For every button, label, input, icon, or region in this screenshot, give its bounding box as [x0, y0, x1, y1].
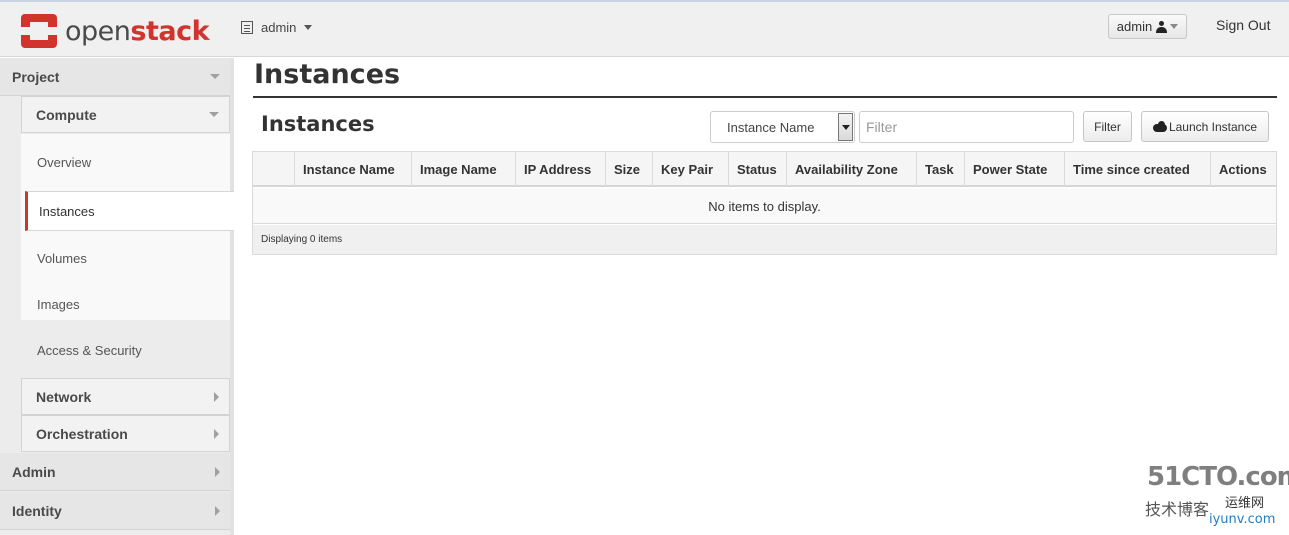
column-header[interactable]: Task	[916, 152, 964, 187]
column-header[interactable]: Image Name	[411, 152, 515, 187]
sidebar-panel-compute[interactable]: Compute	[21, 96, 230, 133]
project-switcher-label: admin	[261, 20, 297, 35]
sidebar-item-volumes[interactable]: Volumes	[37, 251, 87, 266]
sidebar-panel-label: Compute	[36, 106, 97, 123]
filter-field-label: Instance Name	[727, 119, 815, 135]
user-icon	[1156, 20, 1168, 33]
column-header[interactable]: Time since created	[1064, 152, 1210, 187]
sidebar-item-overview[interactable]: Overview	[37, 155, 91, 170]
sidebar-dashboard-label: Admin	[12, 463, 56, 480]
filter-input[interactable]	[859, 111, 1074, 143]
project-list-icon	[241, 21, 253, 34]
sidebar-item-images[interactable]: Images	[37, 297, 80, 312]
watermark: 51CTO.com 技术博客 运维网 iyunv.com	[1145, 462, 1289, 530]
column-header[interactable]: Availability Zone	[786, 152, 916, 187]
launch-instance-label: Launch Instance	[1168, 119, 1258, 134]
openstack-logo-icon	[21, 14, 57, 48]
logo-text-stack: stack	[130, 15, 210, 47]
project-switcher[interactable]: admin	[241, 20, 313, 35]
sidebar-item-instances[interactable]: Instances	[25, 191, 234, 231]
filter-field-select[interactable]: Instance Name	[710, 111, 855, 143]
watermark-url: iyunv.com	[1209, 512, 1276, 527]
column-header[interactable]: Status	[728, 152, 786, 187]
sidebar-dashboard-identity[interactable]: Identity	[0, 492, 230, 530]
sidebar-item-access-security[interactable]: Access & Security	[37, 343, 142, 358]
column-header[interactable]: Actions	[1210, 152, 1276, 187]
watermark-subtitle-2: 运维网	[1225, 495, 1265, 510]
column-header[interactable]: Instance Name	[294, 152, 411, 187]
select-all-column[interactable]	[253, 152, 294, 187]
openstack-logo[interactable]: openstack	[21, 11, 210, 51]
sidebar-item-label: Instances	[39, 203, 95, 219]
sidebar-dashboard-label: Identity	[12, 502, 62, 519]
sidebar-panel-label: Orchestration	[36, 425, 128, 442]
sign-out-link[interactable]: Sign Out	[1216, 17, 1270, 33]
chevron-right-icon	[215, 505, 220, 516]
chevron-right-icon	[214, 428, 219, 439]
table-header: Instance Name Image Name IP Address Size…	[253, 152, 1276, 187]
empty-table-message: No items to display.	[253, 189, 1276, 224]
title-divider	[253, 96, 1277, 98]
launch-instance-button[interactable]: Launch Instance	[1141, 111, 1269, 142]
filter-button[interactable]: Filter	[1083, 111, 1132, 142]
watermark-logo-text: 51CTO.com	[1147, 462, 1289, 492]
watermark-subtitle: 技术博客	[1145, 500, 1210, 519]
column-header[interactable]: Power State	[964, 152, 1064, 187]
user-menu-button[interactable]: admin	[1108, 14, 1187, 39]
page-title: Instances	[254, 59, 401, 90]
table-title: Instances	[261, 112, 375, 136]
chevron-right-icon	[215, 466, 220, 477]
select-arrow-icon[interactable]	[838, 113, 853, 141]
logo-text-open: open	[65, 15, 131, 47]
chevron-down-icon	[210, 74, 220, 79]
sidebar-dashboard-admin[interactable]: Admin	[0, 453, 230, 491]
chevron-right-icon	[214, 391, 219, 402]
openstack-logo-text: openstack	[65, 15, 210, 47]
top-navbar: openstack admin admin Sign Out	[0, 0, 1289, 57]
instances-table: Instance Name Image Name IP Address Size…	[252, 151, 1277, 255]
sidebar-dashboard-project[interactable]: Project	[0, 58, 230, 96]
column-header[interactable]: Size	[605, 152, 652, 187]
chevron-down-icon	[209, 112, 219, 117]
sidebar-dashboard-label: Project	[12, 68, 60, 85]
table-footer-count: Displaying 0 items	[253, 225, 1276, 254]
user-menu-label: admin	[1116, 19, 1153, 34]
chevron-down-icon	[304, 25, 313, 30]
sidebar-panel-orchestration[interactable]: Orchestration	[21, 415, 230, 452]
sidebar-panel-label: Network	[36, 388, 92, 405]
column-header[interactable]: IP Address	[515, 152, 605, 187]
chevron-down-icon	[1170, 24, 1179, 29]
cloud-upload-icon	[1152, 120, 1167, 132]
column-header[interactable]: Key Pair	[652, 152, 728, 187]
sidebar-panel-network[interactable]: Network	[21, 378, 230, 415]
